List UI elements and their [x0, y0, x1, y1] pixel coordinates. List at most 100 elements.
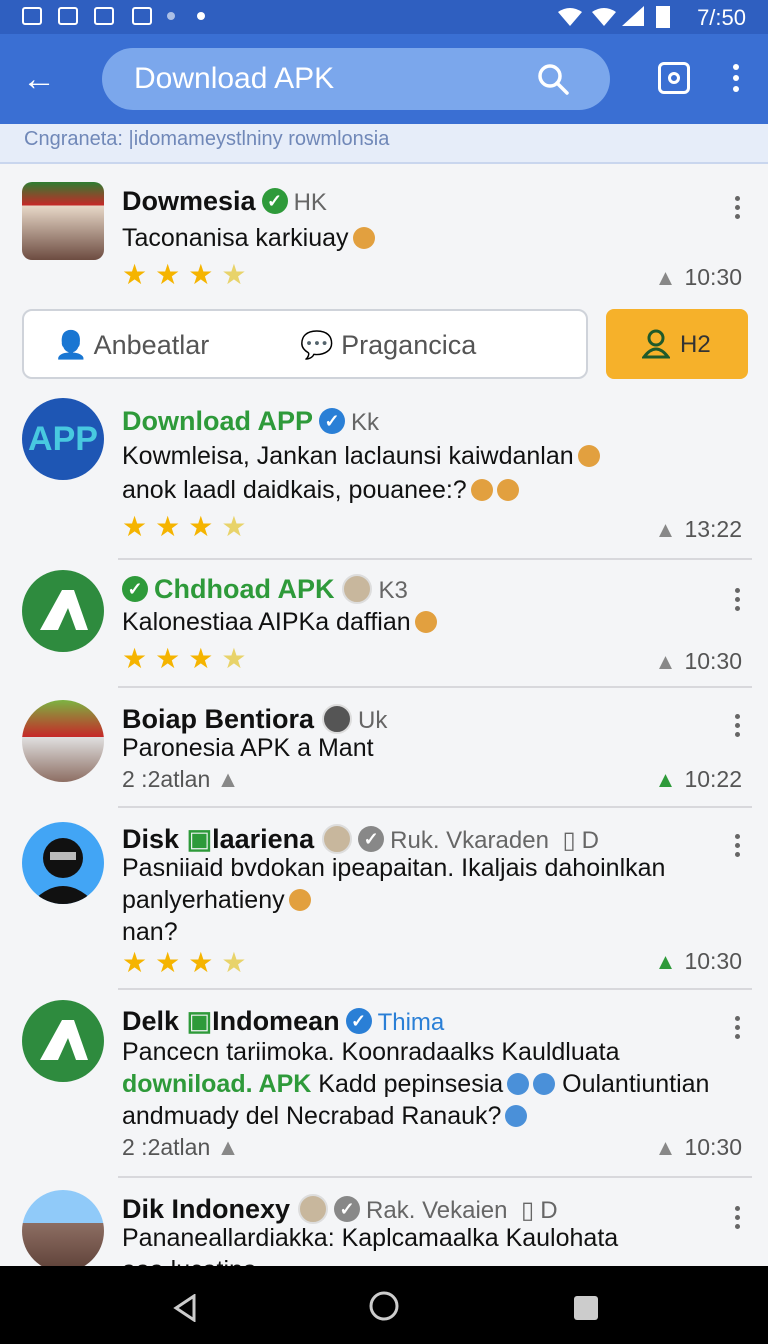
search-icon[interactable]: [536, 62, 570, 96]
post-text: Pasniiaid bvdokan ipeapaitan. Ikaljais d…: [122, 854, 666, 882]
post-menu-icon[interactable]: [734, 714, 742, 741]
divider: [118, 806, 752, 808]
battery-icon: [656, 6, 670, 28]
emoji-icon: [496, 479, 519, 501]
person-icon: 👤: [54, 330, 88, 360]
mail-icon: [132, 7, 152, 25]
subheader: Cngraneta: |idomameystlniny rowmlonsia: [0, 124, 768, 164]
clock: 7/:50: [697, 5, 746, 30]
post-text: Kowmleisa, Jankan laclaunsi kaiwdanlan: [122, 442, 600, 471]
post-text: panlyerhatieny: [122, 886, 311, 915]
tab-anbeatlar[interactable]: 👤 Anbeatlar: [54, 329, 209, 361]
post-text: Pancecn tariimoka. Koonradaalks Kauldlua…: [122, 1038, 620, 1066]
post-author: Download APP ✓ Kk: [122, 406, 380, 436]
nav-home-icon[interactable]: [368, 1290, 400, 1322]
post-text: Kalonestiaa AIPKa daffian: [122, 608, 437, 637]
post-menu-icon[interactable]: [734, 1016, 742, 1043]
like-icon: ▲: [216, 1134, 240, 1160]
post-text: Taconanisa karkiuay: [122, 224, 375, 253]
emoji-icon: [414, 611, 437, 633]
like-icon: ▲: [654, 517, 677, 542]
emoji-icon: [577, 445, 600, 467]
user-avatar-mini: [298, 1194, 329, 1224]
list-item[interactable]: Dik Indonexy ✓ Rak. Vekaien ▯ D Pananeallar…: [0, 1188, 768, 1266]
post-author: Disk ▣laariena ✓ Ruk. Vkaraden ▯ D: [122, 824, 599, 854]
status-bar: 7/:50: [0, 0, 768, 34]
filter-tabs: 👤 Anbeatlar 💬 Pragancica: [22, 309, 588, 379]
tab-pragancica[interactable]: 💬 Pragancica: [300, 329, 476, 361]
search-bar[interactable]: Download APK: [102, 48, 610, 110]
gallery-icon: [22, 7, 42, 25]
post-text: Paronesia APK a Mant: [122, 734, 374, 762]
verified-icon: ✓: [345, 1008, 372, 1034]
emoji-icon: [288, 889, 311, 911]
post-time: ▲ 13:22: [654, 516, 742, 542]
system-nav-bar: [0, 1266, 768, 1344]
notification-dot-icon: [167, 12, 175, 20]
rating-stars: ★★★★: [122, 947, 255, 978]
verified-icon: ✓: [122, 576, 148, 602]
post-author: Delk ▣Indomean ✓ Thima: [122, 1006, 445, 1036]
divider: [118, 558, 752, 560]
rating-stars: ★★★★: [122, 643, 255, 674]
overflow-menu-icon[interactable]: [732, 64, 740, 97]
divider: [118, 988, 752, 990]
user-avatar-mini: [322, 824, 353, 854]
post-text: andmuady del Necrabad Ranauk?: [122, 1102, 528, 1131]
divider: [118, 1176, 752, 1178]
post-text: aaa lucatina: [122, 1256, 257, 1266]
emoji-icon: [505, 1105, 528, 1127]
post-menu-icon[interactable]: [734, 588, 742, 615]
post-text: Pananeallardiakka: Kaplcamaalka Kaulohat…: [122, 1224, 619, 1252]
post-time: ▲ 10:30: [654, 264, 742, 290]
like-icon: ▲: [216, 766, 240, 792]
user-photo-icon: [30, 838, 96, 904]
post-author: Dik Indonexy ✓ Rak. Vekaien ▯ D: [122, 1194, 558, 1224]
avatar: [22, 822, 104, 904]
post-menu-icon[interactable]: [734, 1206, 742, 1233]
back-arrow-icon[interactable]: ←: [22, 62, 56, 96]
post-text: nan?: [122, 918, 178, 946]
like-icon: ▲: [654, 265, 677, 290]
phone-icon: ▯: [520, 1197, 535, 1224]
like-icon: ▲: [654, 949, 677, 974]
post-author: ✓ Chdhoad APK K3: [122, 574, 408, 605]
divider: [118, 686, 752, 688]
camera-icon[interactable]: [658, 62, 690, 94]
post-time: ▲ 10:30: [654, 948, 742, 974]
emoji-icon: [533, 1073, 556, 1095]
verified-icon: ✓: [334, 1196, 361, 1222]
verified-icon: ✓: [261, 188, 288, 214]
chart-icon: [58, 7, 78, 25]
rating-stars: ★★★★: [122, 511, 255, 542]
person-icon: [642, 329, 670, 359]
orange-button-label: H2: [680, 331, 711, 358]
emoji-icon: [470, 479, 493, 501]
post-text: anok laadl daidkais, pouanee:?: [122, 476, 519, 505]
avatar: [22, 1000, 104, 1082]
avatar: APP: [22, 398, 104, 480]
post-meta: 2 :2atlan ▲: [122, 1134, 240, 1160]
orange-action-button[interactable]: H2: [606, 309, 748, 379]
like-icon: ▲: [654, 1135, 677, 1160]
app-logo-icon: [40, 1020, 88, 1060]
nav-back-icon[interactable]: [172, 1294, 198, 1322]
like-icon: ▲: [654, 649, 677, 674]
post-menu-icon[interactable]: [734, 196, 742, 223]
verified-icon: ✓: [319, 408, 346, 434]
like-icon: ▲: [654, 767, 677, 792]
user-avatar-mini: [342, 574, 373, 604]
post-menu-icon[interactable]: [734, 834, 742, 861]
signal-icons: [558, 6, 644, 26]
app-bar: ← Download APK: [0, 34, 768, 124]
avatar: [22, 182, 104, 260]
post-time: ▲ 10:30: [654, 648, 742, 674]
subheader-text: Cngraneta: |idomameystlniny rowmlonsia: [24, 128, 390, 150]
avatar: [22, 570, 104, 652]
nav-recents-icon[interactable]: [574, 1296, 598, 1320]
emoji-icon: [352, 227, 375, 249]
verified-icon: ✓: [358, 826, 385, 852]
notification-dot-icon: [197, 12, 205, 20]
post-text: downiload. APK Kadd pepinsesia Oulantiun…: [122, 1070, 710, 1098]
post-meta: 2 :2atlan ▲: [122, 766, 240, 792]
